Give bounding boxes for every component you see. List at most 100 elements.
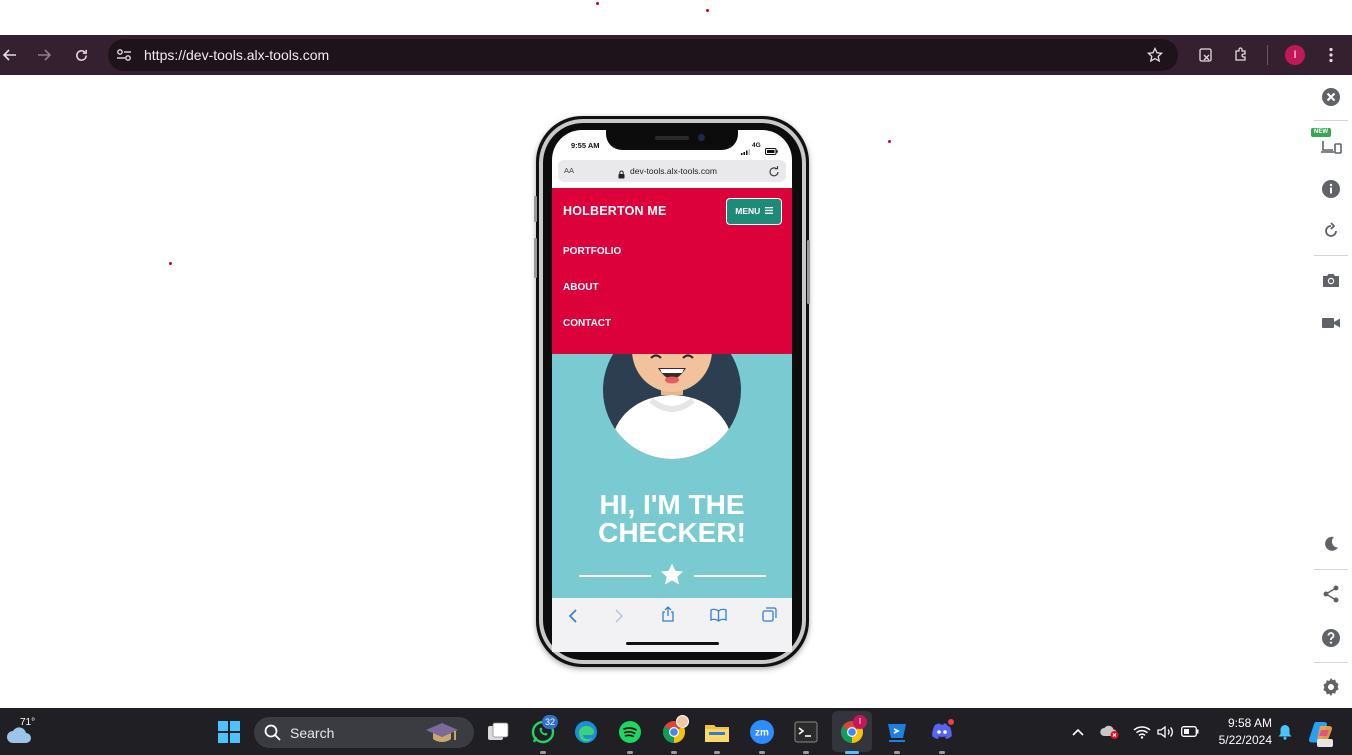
zoom-icon[interactable]: zm: [749, 708, 775, 755]
app-running-indicator: [803, 751, 809, 754]
battery-status-icon[interactable]: [1180, 708, 1200, 755]
reload-icon[interactable]: [70, 35, 92, 75]
forward-icon[interactable]: [34, 35, 54, 75]
marker-dot: [596, 2, 599, 5]
hero-section: HI, I'M THE CHECKER!: [552, 354, 792, 598]
app-running-indicator: [845, 751, 859, 754]
terminal-icon[interactable]: [793, 708, 819, 755]
taskbar: 71° Search 32 zm I 9:58 AM 5/22/2024: [0, 708, 1352, 755]
extension-icon[interactable]: [1196, 35, 1216, 75]
safari-back-icon[interactable]: [568, 609, 578, 628]
help-icon[interactable]: [1319, 626, 1343, 650]
bookmark-star-icon[interactable]: [1144, 39, 1166, 71]
safari-url[interactable]: dev-tools.alx-tools.com: [630, 166, 717, 176]
settings-gear-icon[interactable]: [1319, 675, 1343, 699]
rail-divider: [1314, 255, 1348, 256]
rail-divider: [1314, 569, 1348, 570]
hero-divider-left: [579, 575, 651, 577]
home-indicator: [626, 642, 719, 645]
app-running-indicator: [714, 751, 720, 754]
phone-side-button: [534, 238, 537, 278]
remote-desktop-icon[interactable]: [884, 708, 910, 755]
browser-toolbar: https://dev-tools.alx-tools.com I: [0, 35, 1352, 75]
chrome-profile-badge: I: [853, 715, 867, 729]
hero-title-line2: CHECKER!: [598, 517, 746, 548]
url-text[interactable]: https://dev-tools.alx-tools.com: [144, 39, 329, 71]
site-header: HOLBERTON ME MENU PORTFOLIO ABOUT CONTAC…: [552, 188, 792, 354]
hero-title-line1: HI, I'M THE: [599, 489, 745, 520]
marker-dot: [888, 140, 891, 143]
search-label: Search: [290, 725, 335, 741]
svg-text:zm: zm: [755, 727, 769, 738]
rotate-icon[interactable]: [1319, 219, 1343, 243]
clock-time[interactable]: 9:58 AM: [1222, 716, 1272, 730]
site-settings-icon[interactable]: [114, 39, 134, 71]
safari-tabs-icon[interactable]: [762, 607, 777, 627]
phone-camera: [698, 134, 705, 141]
network-type: 4G: [752, 142, 761, 149]
safari-bookmarks-icon[interactable]: [710, 608, 727, 627]
menu-button[interactable]: MENU: [726, 198, 782, 225]
windows-start-icon[interactable]: [217, 708, 241, 755]
hamburger-icon: [764, 199, 773, 224]
search-icon: [264, 724, 281, 746]
menu-button-label: MENU: [735, 206, 761, 216]
preview-badge: [1317, 739, 1333, 747]
close-icon[interactable]: [1319, 85, 1343, 109]
record-video-icon[interactable]: [1319, 311, 1343, 335]
rail-divider: [1314, 662, 1348, 663]
app-running-indicator: [671, 751, 677, 754]
weather-temp[interactable]: 71°: [20, 717, 35, 728]
chrome-profile-avatar: [676, 715, 689, 728]
address-bar[interactable]: https://dev-tools.alx-tools.com: [108, 39, 1178, 71]
nav-contact[interactable]: CONTACT: [563, 318, 611, 329]
app-running-indicator: [894, 751, 900, 754]
file-explorer-icon[interactable]: [704, 708, 730, 755]
rail-divider: [1314, 120, 1348, 121]
more-menu-icon[interactable]: [1322, 35, 1340, 75]
status-time: 9:55 AM: [571, 141, 600, 150]
info-icon[interactable]: [1319, 177, 1343, 201]
notifications-bell-icon[interactable]: [1276, 708, 1294, 755]
volume-icon[interactable]: [1156, 708, 1176, 755]
wifi-icon[interactable]: [1132, 708, 1152, 755]
task-view-icon[interactable]: [486, 708, 510, 755]
safari-reload-icon[interactable]: [769, 164, 780, 182]
phone-side-button: [534, 196, 537, 222]
app-running-indicator: [540, 751, 546, 754]
safari-address-bar[interactable]: AA dev-tools.alx-tools.com: [558, 160, 786, 182]
safari-share-icon[interactable]: [661, 606, 675, 627]
devices-icon[interactable]: [1319, 134, 1343, 158]
lock-icon: [618, 166, 625, 184]
onedrive-error-icon[interactable]: [1099, 708, 1121, 755]
extensions-puzzle-icon[interactable]: [1230, 35, 1252, 75]
discord-icon[interactable]: [929, 708, 955, 755]
share-icon[interactable]: [1319, 582, 1343, 606]
discord-notification-dot: [946, 717, 956, 727]
nav-portfolio[interactable]: PORTFOLIO: [563, 246, 621, 257]
dark-mode-moon-icon[interactable]: [1319, 532, 1343, 556]
toolbar-divider: [1267, 45, 1268, 65]
marker-dot: [706, 9, 709, 12]
clock-date[interactable]: 5/22/2024: [1210, 733, 1272, 747]
chevron-up-icon[interactable]: [1070, 708, 1086, 755]
edge-icon[interactable]: [573, 708, 599, 755]
screenshot-camera-icon[interactable]: [1319, 268, 1343, 292]
app-running-indicator: [627, 751, 633, 754]
safari-forward-icon[interactable]: [614, 609, 624, 628]
nav-about[interactable]: ABOUT: [563, 282, 599, 293]
back-icon[interactable]: [0, 35, 20, 75]
site-brand[interactable]: HOLBERTON ME: [563, 204, 667, 218]
weather-cloud-icon[interactable]: [6, 726, 32, 749]
battery-icon: [765, 142, 778, 160]
star-icon: [660, 563, 684, 591]
text-size-button[interactable]: AA: [564, 166, 574, 175]
spotify-icon[interactable]: [617, 708, 643, 755]
app-running-indicator: [759, 751, 765, 754]
marker-dot: [169, 262, 172, 265]
whatsapp-badge: 32: [542, 715, 559, 729]
hero-divider-right: [694, 575, 766, 577]
profile-avatar[interactable]: I: [1285, 45, 1305, 65]
copilot-icon[interactable]: [1307, 708, 1335, 755]
taskbar-search[interactable]: Search: [254, 717, 474, 748]
